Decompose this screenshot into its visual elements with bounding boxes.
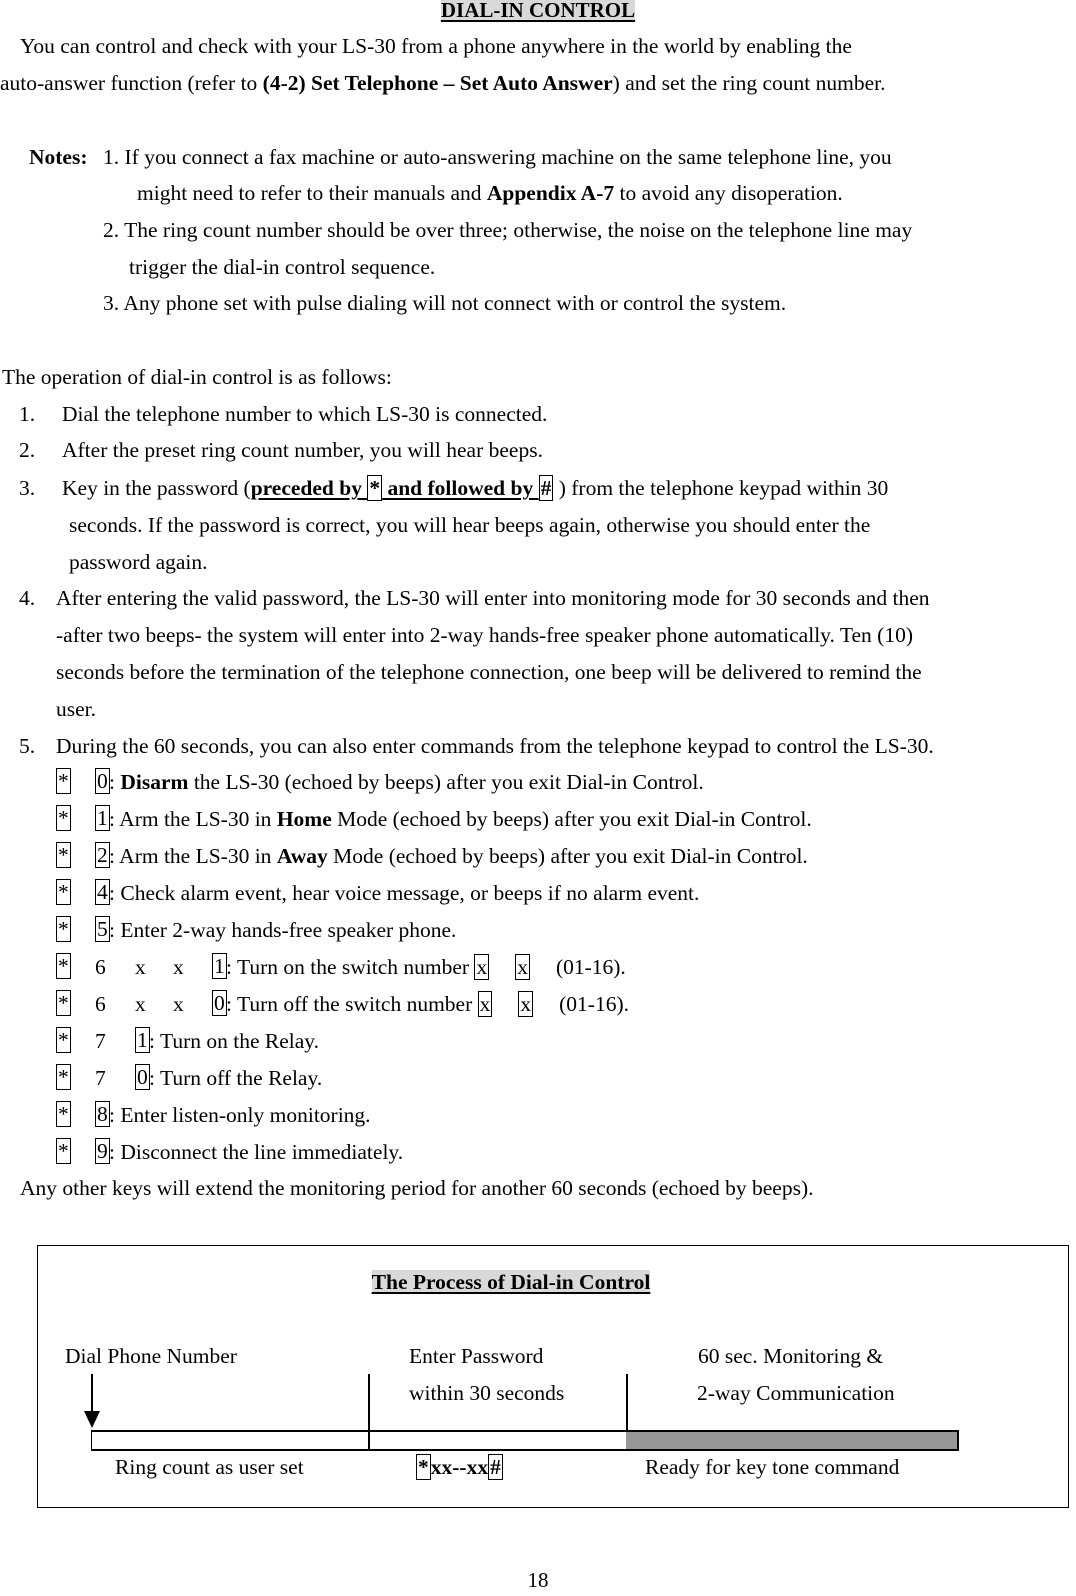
star-key: *	[416, 1454, 431, 1480]
stage-2-caption: *xx--xx#	[416, 1454, 503, 1480]
step-4-line-1: After entering the valid password, the L…	[56, 586, 930, 610]
note-3-line-1: 3. Any phone set with pulse dialing will…	[103, 291, 787, 315]
note-1-line-2: might need to refer to their manuals and…	[137, 181, 843, 205]
keypad-key: 4	[95, 879, 110, 905]
step-3-line-2: seconds. If the password is correct, you…	[69, 513, 871, 537]
timeline-segment-ring	[91, 1430, 370, 1451]
note-2-line-2: trigger the dial-in control sequence.	[129, 255, 436, 279]
keypad-key: x	[173, 992, 184, 1016]
keypad-key: x	[474, 954, 490, 980]
keypad-key: *	[56, 1101, 71, 1127]
appendix-reference: Appendix A-7	[486, 181, 615, 205]
command-description: : Arm the LS-30 in Away Mode (echoed by …	[109, 844, 808, 868]
process-diagram: The Process of Dial-in Control Dial Phon…	[37, 1245, 1069, 1508]
keypad-key: x	[173, 955, 184, 979]
keypad-key: 1	[135, 1027, 150, 1053]
keypad-key: *	[56, 1064, 71, 1090]
command-description: : Disconnect the line immediately.	[109, 1140, 404, 1164]
set-auto-answer-reference: (4-2) Set Telephone – Set Auto Answer	[262, 71, 613, 95]
intro-line-2: auto-answer function (refer to (4-2) Set…	[0, 71, 886, 95]
note-2-line-1: 2. The ring count number should be over …	[103, 218, 913, 242]
command-description: : Arm the LS-30 in Home Mode (echoed by …	[109, 807, 812, 831]
page-number: 18	[527, 1568, 549, 1592]
keypad-key: 7	[95, 1066, 106, 1090]
keypad-key: 1	[212, 953, 227, 979]
keypad-key: x	[518, 991, 534, 1017]
stage-3-label-line-2: 2-way Communication	[697, 1381, 895, 1405]
keypad-key: *	[56, 879, 71, 905]
keypad-key: 7	[95, 1029, 106, 1053]
step-4-line-2: -after two beeps- the system will enter …	[56, 623, 913, 647]
command-description: : Check alarm event, hear voice message,…	[109, 881, 700, 905]
step-4-line-4: user.	[56, 697, 97, 721]
intro-line-1: You can control and check with your LS-3…	[20, 34, 852, 58]
operation-heading: The operation of dial-in control is as f…	[2, 365, 392, 389]
process-title: The Process of Dial-in Control	[371, 1270, 651, 1294]
keypad-key: 0	[95, 768, 110, 794]
keypad-key: 9	[95, 1138, 110, 1164]
step-1-text: Dial the telephone number to which LS-30…	[62, 402, 548, 426]
arrow-shaft	[91, 1374, 93, 1414]
step-1-number: 1.	[19, 402, 36, 426]
command-description: : Enter listen-only monitoring.	[109, 1103, 371, 1127]
command-description: : Turn off the Relay.	[149, 1066, 323, 1090]
keypad-key: x	[135, 955, 146, 979]
command-description: : Turn on the Relay.	[149, 1029, 320, 1053]
command-description: : Turn on the switch number x x (01-16).	[226, 954, 626, 980]
step-3-number: 3.	[19, 476, 36, 500]
keypad-key: *	[56, 953, 71, 979]
keypad-key: 1	[95, 805, 110, 831]
timeline-segment-password	[368, 1430, 628, 1451]
step-5-number: 5.	[19, 734, 36, 758]
keypad-key: 6	[95, 992, 106, 1016]
keypad-key: 8	[95, 1101, 110, 1127]
hash-key: #	[538, 475, 554, 501]
step-2-number: 2.	[19, 438, 36, 462]
step-2-text: After the preset ring count number, you …	[62, 438, 543, 462]
other-keys-note: Any other keys will extend the monitorin…	[20, 1176, 814, 1200]
stage-2-label-line-1: Enter Password	[409, 1344, 544, 1368]
keypad-key: 6	[95, 955, 106, 979]
command-description: : Turn off the switch number x x (01-16).	[226, 991, 629, 1017]
keypad-key: 0	[212, 990, 227, 1016]
stage-3-label-line-1: 60 sec. Monitoring &	[698, 1344, 884, 1368]
command-description: : Disarm the LS-30 (echoed by beeps) aft…	[109, 770, 704, 794]
keypad-key: *	[56, 916, 71, 942]
stage-2-label-line-2: within 30 seconds	[409, 1381, 565, 1405]
keypad-key: x	[135, 992, 146, 1016]
keypad-key: x	[515, 954, 530, 980]
step-5-text: During the 60 seconds, you can also ente…	[56, 734, 934, 758]
keypad-key: *	[56, 990, 71, 1016]
keypad-key: 0	[135, 1064, 150, 1090]
keypad-key: *	[56, 1027, 71, 1053]
keypad-key: *	[56, 1138, 71, 1164]
note-1-line-1: 1. If you connect a fax machine or auto-…	[103, 145, 892, 169]
command-description: : Enter 2-way hands-free speaker phone.	[109, 918, 457, 942]
notes-label: Notes:	[29, 145, 88, 169]
step-4-line-3: seconds before the termination of the te…	[56, 660, 922, 684]
keypad-key: *	[56, 768, 71, 794]
star-key: *	[367, 475, 383, 501]
arrow-down-icon	[84, 1411, 100, 1428]
step-3-line-3: password again.	[69, 550, 208, 574]
page-title: DIAL-IN CONTROL	[440, 0, 636, 22]
step-3-line-1: Key in the password (preceded by * and f…	[62, 475, 889, 501]
keypad-key: x	[477, 991, 493, 1017]
stage-1-label: Dial Phone Number	[65, 1344, 237, 1368]
keypad-key: 5	[95, 916, 110, 942]
stage-3-caption: Ready for key tone command	[645, 1455, 900, 1479]
keypad-key: *	[56, 842, 71, 868]
keypad-key: *	[56, 805, 71, 831]
timeline-segment-monitoring	[626, 1430, 959, 1451]
keypad-key: 2	[95, 842, 110, 868]
hash-key: #	[488, 1454, 503, 1480]
stage-1-caption: Ring count as user set	[115, 1455, 304, 1479]
step-4-number: 4.	[19, 586, 36, 610]
